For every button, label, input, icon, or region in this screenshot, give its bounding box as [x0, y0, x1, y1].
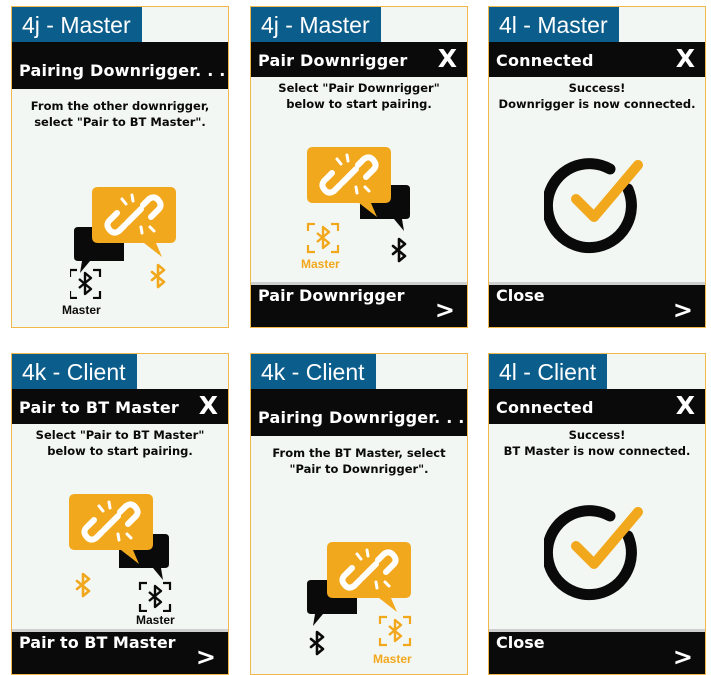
success-text: Success! BT Master is now connected.: [489, 427, 705, 459]
screen-4j-master-pairing: 4j - Master Pairing Downrigger. . . From…: [11, 6, 229, 328]
screen-title: Connected: [496, 51, 594, 70]
step-tag: 4l - Master: [489, 7, 619, 42]
instruction-line: below to start pairing.: [47, 444, 193, 458]
close-button[interactable]: Close >: [489, 282, 705, 327]
button-label: Close: [496, 286, 545, 305]
step-tag: 4j - Master: [12, 7, 142, 42]
screen-header: Pair Downrigger X: [251, 42, 467, 77]
bluetooth-icon: [391, 237, 407, 263]
instruction-line: "Pair to Downrigger".: [289, 462, 429, 476]
screen-4l-client-connected: 4l - Client Connected X Success! BT Mast…: [488, 353, 706, 675]
pair-to-bt-master-button[interactable]: Pair to BT Master >: [12, 629, 228, 674]
bluetooth-boxed-icon: [378, 615, 412, 647]
instruction-line: From the other downrigger,: [30, 99, 210, 113]
close-icon[interactable]: X: [199, 393, 218, 419]
bluetooth-icon: [309, 630, 325, 656]
instruction-text: From the other downrigger, select "Pair …: [12, 98, 228, 130]
screen-title: Pairing Downrigger. . .: [258, 408, 465, 427]
instruction-text: From the BT Master, select "Pair to Down…: [251, 445, 467, 477]
success-text: Success! Downrigger is now connected.: [489, 80, 705, 112]
close-icon[interactable]: X: [676, 393, 695, 419]
bluetooth-icon: [75, 572, 91, 598]
bluetooth-boxed-icon: [70, 268, 102, 299]
instruction-line: below to start pairing.: [286, 97, 432, 111]
instruction-text: Select "Pair to BT Master" below to star…: [12, 427, 228, 459]
chevron-right-icon: >: [672, 296, 693, 324]
success-line: Downrigger is now connected.: [498, 97, 696, 111]
chevron-right-icon: >: [672, 643, 693, 671]
screen-title: Connected: [496, 398, 594, 417]
master-caption: Master: [301, 257, 340, 271]
instruction-line: Select "Pair to BT Master": [35, 428, 205, 442]
checkmark-circle-icon: [544, 158, 643, 254]
pairing-bubbles-icon: [67, 494, 172, 612]
screen-header: Pairing Downrigger. . .: [12, 42, 228, 89]
button-label: Pair to BT Master: [19, 633, 176, 652]
success-line: Success!: [568, 81, 626, 95]
success-line: Success!: [568, 428, 626, 442]
screen-title: Pair to BT Master: [19, 398, 179, 417]
step-tag: 4k - Client: [251, 354, 376, 389]
instruction-line: From the BT Master, select: [272, 446, 446, 460]
button-label: Close: [496, 633, 545, 652]
bluetooth-icon: [150, 263, 166, 289]
screen-title: Pairing Downrigger. . .: [19, 61, 226, 80]
pairing-bubbles-icon: [307, 542, 423, 656]
close-button[interactable]: Close >: [489, 629, 705, 674]
close-icon[interactable]: X: [676, 46, 695, 72]
pair-downrigger-button[interactable]: Pair Downrigger >: [251, 282, 467, 327]
master-caption: Master: [373, 652, 412, 666]
pairing-bubbles-icon: [70, 187, 180, 299]
screen-4l-master-connected: 4l - Master Connected X Success! Downrig…: [488, 6, 706, 328]
screen-4k-client-pair: 4k - Client Pair to BT Master X Select "…: [11, 353, 229, 675]
step-tag: 4l - Client: [489, 354, 608, 389]
master-caption: Master: [136, 613, 175, 627]
step-tag: 4j - Master: [251, 7, 381, 42]
screen-header: Pairing Downrigger. . .: [251, 389, 467, 436]
checkmark-circle-icon: [544, 505, 643, 601]
button-label: Pair Downrigger: [258, 286, 405, 305]
master-caption: Master: [62, 303, 101, 317]
bluetooth-boxed-icon: [306, 222, 340, 254]
screen-title: Pair Downrigger: [258, 51, 408, 70]
step-tag: 4k - Client: [12, 354, 137, 389]
pairing-bubbles-icon: [303, 147, 410, 263]
screen-4k-client-pairing: 4k - Client Pairing Downrigger. . . From…: [250, 353, 468, 675]
instruction-line: select "Pair to BT Master".: [34, 115, 206, 129]
success-line: BT Master is now connected.: [503, 444, 691, 458]
chevron-right-icon: >: [195, 643, 216, 671]
screen-4j-master-pair: 4j - Master Pair Downrigger X Select "Pa…: [250, 6, 468, 328]
instruction-line: Select "Pair Downrigger": [278, 81, 440, 95]
screen-header: Connected X: [489, 42, 705, 77]
screen-header: Pair to BT Master X: [12, 389, 228, 424]
chevron-right-icon: >: [434, 296, 455, 324]
screen-header: Connected X: [489, 389, 705, 424]
bluetooth-boxed-icon: [138, 581, 172, 612]
close-icon[interactable]: X: [438, 46, 457, 72]
instruction-text: Select "Pair Downrigger" below to start …: [251, 80, 467, 112]
